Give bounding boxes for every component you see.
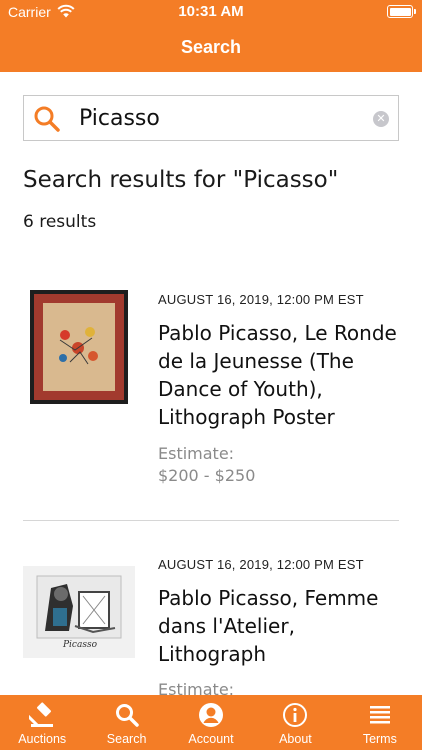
search-input[interactable] — [79, 102, 369, 134]
lot-title[interactable]: Pablo Picasso, Le Ronde de la Jeunesse (… — [158, 319, 408, 431]
battery-icon — [387, 5, 416, 18]
tab-label: Terms — [362, 732, 397, 746]
thumb-signature: Picasso — [63, 640, 97, 650]
list-icon — [369, 706, 390, 724]
results-heading: Search results for "Picasso" — [23, 167, 339, 193]
tab-label: Search — [106, 732, 147, 746]
tab-search[interactable]: Search — [84, 695, 168, 750]
search-bar[interactable]: ✕ — [23, 95, 399, 141]
status-time: 10:31 AM — [178, 3, 244, 20]
header: Carrier 10:31 AM Search — [0, 0, 422, 72]
tab-auctions[interactable]: Auctions — [0, 695, 84, 750]
tab-label: Account — [188, 732, 234, 746]
clear-search-button[interactable]: ✕ — [373, 111, 389, 127]
estimate-label: Estimate: — [158, 444, 235, 463]
estimate-value: $200 - $250 — [158, 466, 256, 485]
status-bar: Carrier 10:31 AM — [0, 0, 422, 24]
tab-bar: Auctions Search Account About Terms — [0, 695, 422, 750]
search-icon — [115, 704, 139, 727]
page-title: Search — [180, 37, 242, 57]
tab-about[interactable]: About — [253, 695, 337, 750]
gavel-icon — [29, 702, 54, 727]
auction-date: AUGUST 16, 2019, 12:00 PM EST — [158, 292, 364, 307]
tab-label: About — [279, 732, 312, 746]
info-icon — [283, 703, 308, 727]
lot-title[interactable]: Pablo Picasso, Femme dans l'Atelier, Lit… — [158, 584, 408, 668]
auction-date: AUGUST 16, 2019, 12:00 PM EST — [158, 557, 364, 572]
artwork-thumbnail[interactable] — [30, 290, 128, 404]
artwork-thumbnail[interactable]: Picasso — [23, 566, 135, 658]
clear-icon: ✕ — [376, 113, 386, 125]
tab-account[interactable]: Account — [169, 695, 253, 750]
account-icon — [199, 703, 224, 727]
tab-label: Auctions — [18, 732, 67, 746]
results-count: 6 results — [23, 212, 97, 232]
tab-terms[interactable]: Terms — [338, 695, 422, 750]
search-icon — [34, 106, 60, 132]
divider — [23, 520, 399, 521]
